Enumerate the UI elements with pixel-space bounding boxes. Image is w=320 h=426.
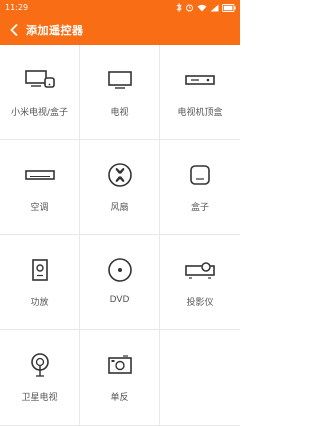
- battery-icon: [222, 3, 236, 12]
- device-label: 空调: [30, 203, 49, 213]
- device-item-set-top-box[interactable]: 电视机顶盒: [160, 45, 240, 140]
- device-item-fan[interactable]: 风扇: [80, 140, 160, 235]
- device-item-mi-tv-box[interactable]: 小米电视/盒子: [0, 45, 80, 140]
- device-item-satellite-tv[interactable]: 卫星电视: [0, 330, 80, 426]
- signal-icon: [210, 4, 219, 12]
- empty-cell: [160, 330, 240, 426]
- title-bar: 添加遥控器: [0, 15, 240, 45]
- wifi-icon: [197, 4, 207, 12]
- satellite-tv-icon: [25, 350, 55, 380]
- device-label: 风扇: [110, 203, 129, 213]
- back-button[interactable]: [2, 15, 26, 45]
- status-time: 11:29: [5, 3, 29, 12]
- app-bar: 11:29 添加遥控器: [0, 0, 240, 45]
- device-item-box[interactable]: 盒子: [160, 140, 240, 235]
- device-label: 功放: [30, 298, 49, 308]
- device-label: 小米电视/盒子: [10, 108, 69, 118]
- device-item-tv[interactable]: 电视: [80, 45, 160, 140]
- page-title: 添加遥控器: [26, 24, 84, 37]
- screen: 11:29 添加遥控器 小米电视/盒子 电视 电视机顶盒 空调 风扇 盒子 功放…: [0, 0, 240, 426]
- device-label: 盒子: [190, 203, 209, 213]
- device-label: DVD: [109, 295, 130, 305]
- device-item-projector[interactable]: 投影仪: [160, 235, 240, 330]
- device-item-air-conditioner[interactable]: 空调: [0, 140, 80, 235]
- device-label: 电视机顶盒: [177, 108, 223, 118]
- status-bar: 11:29: [0, 0, 240, 15]
- air-conditioner-icon: [24, 160, 55, 190]
- box-icon: [185, 160, 215, 190]
- bluetooth-icon: [176, 3, 182, 12]
- device-label: 单反: [110, 393, 129, 403]
- device-item-dslr[interactable]: 单反: [80, 330, 160, 426]
- set-top-box-icon: [185, 65, 215, 95]
- mi-tv-box-icon: [24, 65, 55, 95]
- dvd-icon: [105, 255, 135, 285]
- projector-icon: [185, 255, 215, 285]
- device-label: 卫星电视: [21, 393, 58, 403]
- device-grid: 小米电视/盒子 电视 电视机顶盒 空调 风扇 盒子 功放 DVD 投影仪 卫星电…: [0, 45, 240, 426]
- fan-icon: [105, 160, 135, 190]
- device-item-dvd[interactable]: DVD: [80, 235, 160, 330]
- device-label: 投影仪: [186, 298, 214, 308]
- tv-icon: [105, 65, 135, 95]
- device-item-amplifier[interactable]: 功放: [0, 235, 80, 330]
- dslr-camera-icon: [105, 350, 135, 380]
- amplifier-icon: [25, 255, 55, 285]
- device-label: 电视: [110, 108, 129, 118]
- status-icons: [176, 3, 236, 12]
- alarm-icon: [185, 3, 194, 12]
- chevron-left-icon: [10, 21, 18, 40]
